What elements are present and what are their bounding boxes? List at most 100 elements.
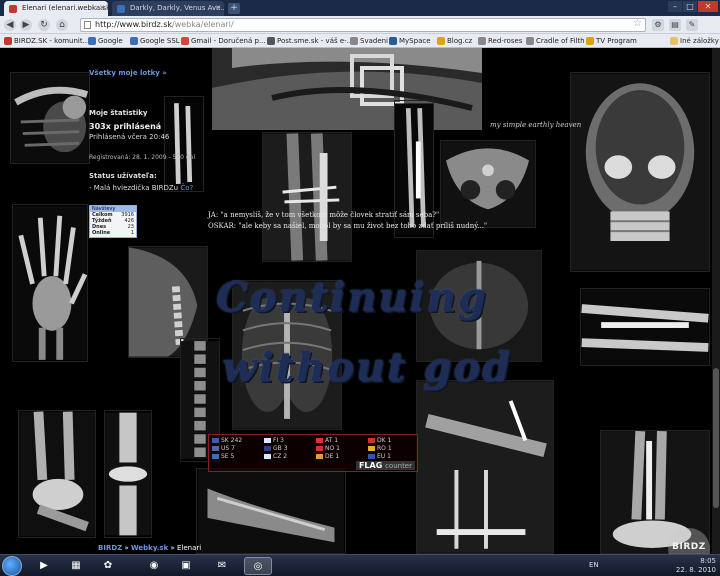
last-login: Prihlásená včera 20:46 [89, 133, 170, 141]
wrench-icon[interactable]: ✎ [686, 19, 698, 31]
close-tab-icon[interactable]: ✕ [99, 1, 105, 16]
flag-entry: DK 1 [368, 437, 391, 444]
flag-code: FI [273, 437, 279, 444]
bookmark-blog-cz[interactable]: Blog.cz [437, 34, 472, 48]
breadcrumb-webky[interactable]: Webky.sk [131, 544, 168, 552]
notes-icon[interactable]: ✉ [208, 557, 236, 575]
bookmark-gmail[interactable]: Gmail - Doručená p... [181, 34, 266, 48]
flag-entry: SE 5 [212, 453, 234, 460]
bookmark-tv-program[interactable]: TV Program [586, 34, 637, 48]
forward-arrow-icon[interactable]: ▶ [20, 19, 32, 31]
xray-finger-image [164, 96, 204, 192]
clock-date: 22. 8. 2010 [675, 566, 716, 574]
bookmarks-bar: BIRDZ.SK - komunit... Google Google SSL … [0, 34, 720, 48]
breadcrumb-current: Elenari [176, 544, 202, 552]
page-menu-icon[interactable]: ▤ [669, 19, 681, 31]
visit-label: Online [92, 230, 111, 236]
gothic-title-line-2: without god [222, 344, 512, 391]
xray-foot-image [196, 468, 346, 554]
media-player-icon[interactable]: ▶ [30, 557, 58, 575]
reload-icon[interactable]: ↻ [38, 19, 50, 31]
page-scrollbar[interactable] [712, 48, 720, 554]
flag-icon [264, 454, 271, 459]
chrome-taskbar-icon[interactable]: ◎ [244, 557, 272, 575]
myspace-favicon-icon [389, 37, 397, 45]
back-arrow-icon[interactable]: ◀ [4, 19, 16, 31]
bookmark-label: Svadeni [360, 37, 389, 45]
bookmark-label: Cradle of Filth [536, 37, 585, 45]
flag-counter-logo: FLAG counter [355, 461, 415, 470]
flag-entry: US 7 [212, 445, 235, 452]
breadcrumb-birdz[interactable]: BIRDZ [98, 544, 122, 552]
stats-title: Moje štatistiky [89, 109, 148, 117]
flag-entry: RO 1 [368, 445, 392, 452]
extension-icon[interactable]: ⚙ [652, 19, 664, 31]
bookmark-svadeni[interactable]: Svadeni [350, 34, 388, 48]
bookmark-google[interactable]: Google [88, 34, 123, 48]
camera-icon[interactable]: ◉ [140, 557, 168, 575]
close-window-icon[interactable]: ✕ [698, 1, 718, 12]
language-indicator[interactable]: EN [589, 561, 599, 569]
status-title: Status užívateľa: [89, 172, 157, 180]
other-bookmarks[interactable]: Iné záložky [670, 34, 719, 48]
minimize-icon[interactable]: – [668, 1, 682, 12]
gmail-favicon-icon [181, 37, 189, 45]
folder-icon [670, 37, 678, 45]
bookmark-label: Iné záložky [680, 37, 719, 45]
flag-count: 1 [387, 453, 391, 460]
start-button[interactable] [2, 556, 22, 576]
page-favicon-icon [117, 5, 125, 13]
icq-icon[interactable]: ✿ [94, 557, 122, 575]
visit-value: 1 [130, 230, 134, 236]
clock-time: 8:05 [700, 557, 716, 565]
flag-counter[interactable]: SK 242 FI 3 AT 1 DK 1 US 7 GB 3 NO 1 RO … [208, 434, 418, 472]
flag-count: 1 [335, 453, 340, 460]
flag-code: NO [325, 445, 335, 452]
flag-count: 242 [230, 437, 243, 444]
new-tab-button[interactable]: + [228, 3, 240, 14]
xray-shoulder-image [10, 72, 90, 164]
address-bar[interactable]: http://www.birdz.sk/webka/elenari/ ☆ [80, 18, 646, 32]
explorer-icon[interactable]: ▦ [62, 557, 90, 575]
image-viewer-icon[interactable]: ▣ [172, 557, 200, 575]
blog-favicon-icon [437, 37, 445, 45]
birdz-favicon-icon [4, 37, 12, 45]
flag-count: 5 [230, 453, 235, 460]
scrollbar-thumb[interactable] [713, 368, 719, 508]
quote-line-1: JA: "a nemyslíš, že v tom všetkom môže č… [208, 211, 440, 219]
flag-count: 2 [283, 453, 288, 460]
bookmark-cradle-of-filth[interactable]: Cradle of Filth [526, 34, 585, 48]
flag-code: GB [273, 445, 282, 452]
flag-count: 1 [336, 445, 340, 452]
sme-favicon-icon [267, 37, 275, 45]
system-clock[interactable]: 8:05 22. 8. 2010 [676, 557, 716, 575]
all-posts-link[interactable]: Všetky moje lotky » [89, 69, 167, 77]
bookmark-label: Google SSL [140, 37, 180, 45]
flag-code: CZ [273, 453, 282, 460]
home-icon[interactable]: ⌂ [56, 19, 68, 31]
flag-icon [368, 446, 375, 451]
bookmark-red-roses[interactable]: Red-roses [478, 34, 522, 48]
google-favicon-icon [88, 37, 96, 45]
tab-elenari[interactable]: Elenari (elenari.webka.sk)... ✕ [4, 1, 108, 16]
bookmark-label: TV Program [596, 37, 637, 45]
xray-hand-image [12, 204, 88, 362]
maximize-icon[interactable]: □ [683, 1, 697, 12]
status-text: - Malá hviezdička BIRDZu [89, 184, 179, 192]
bookmark-myspace[interactable]: MySpace [389, 34, 431, 48]
bookmark-post-sme[interactable]: Post.sme.sk - váš e-... [267, 34, 353, 48]
xray-fixator-image [416, 380, 554, 554]
status-help-link[interactable]: Čo? [180, 184, 193, 192]
tab-darkly[interactable]: Darkly, Darkly, Venus Ave... ✕ [112, 1, 224, 16]
page-content: Všetky moje lotky » Moje štatistiky 303x… [0, 48, 712, 554]
breadcrumb-separator: » [122, 544, 131, 552]
status-value: - Malá hviezdička BIRDZu Čo? [89, 184, 193, 192]
bookmark-star-icon[interactable]: ☆ [633, 18, 642, 30]
close-tab-icon[interactable]: ✕ [215, 1, 221, 16]
flag-icon [212, 446, 219, 451]
logged-count: 303x prihlásená [89, 122, 162, 131]
bookmark-google-ssl[interactable]: Google SSL [130, 34, 180, 48]
flag-icon [264, 446, 271, 451]
bookmark-birdz[interactable]: BIRDZ.SK - komunit... [4, 34, 89, 48]
flag-entry: GB 3 [264, 445, 288, 452]
